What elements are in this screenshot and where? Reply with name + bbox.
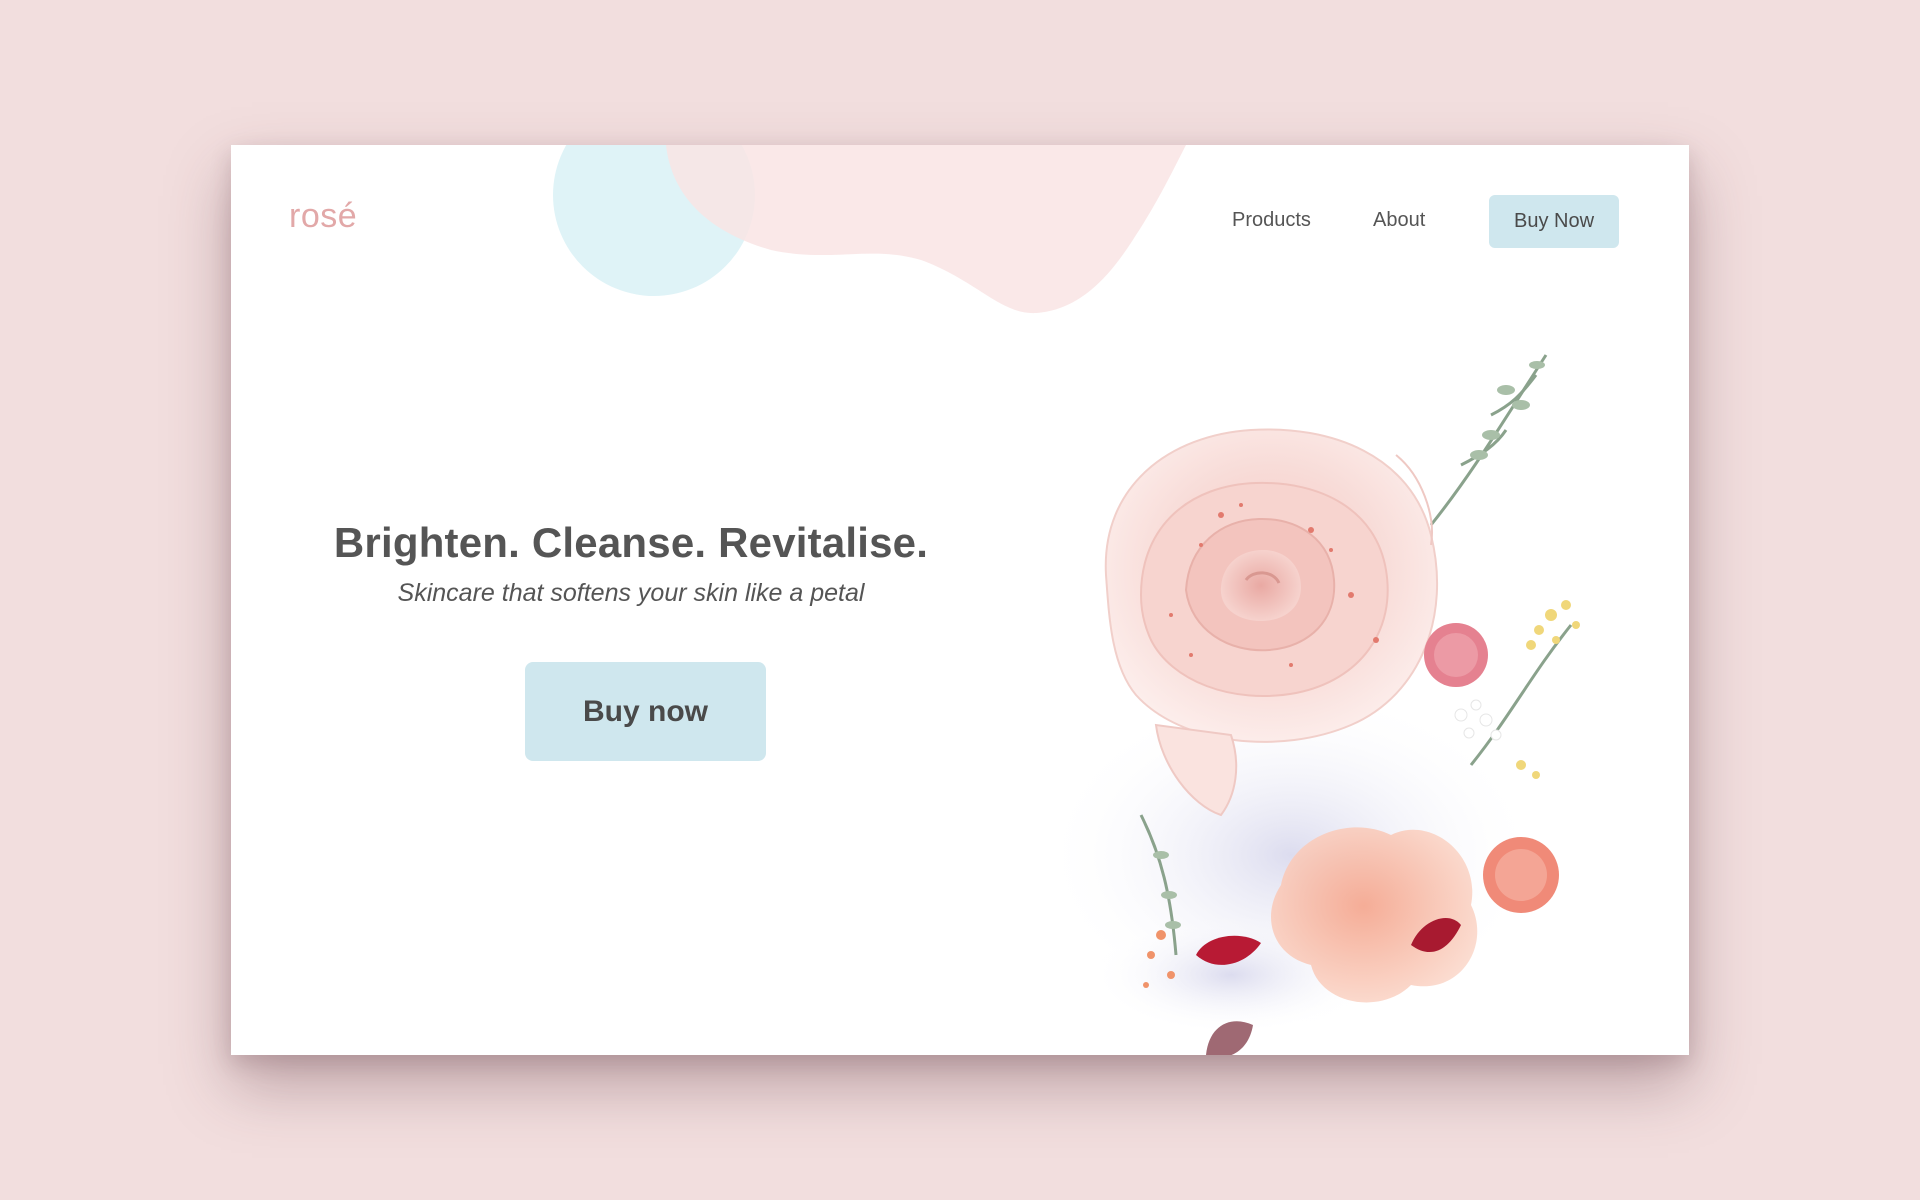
nav-about-link[interactable]: About <box>1373 209 1425 232</box>
nav-buy-now-button[interactable]: Buy Now <box>1489 195 1619 248</box>
hero-title: Brighten. Cleanse. Revitalise. <box>333 519 929 566</box>
rose-bouquet-image <box>1041 354 1580 1055</box>
pink-blob <box>666 145 1186 314</box>
brand-logo[interactable]: rosé <box>289 197 357 236</box>
hero-subtitle: Skincare that softens your skin like a p… <box>397 579 865 607</box>
hero-buy-now-button[interactable]: Buy now <box>525 662 766 761</box>
blue-blob <box>553 145 755 296</box>
landing-page-card: rosé Products About Buy Now Brighten. Cl… <box>231 145 1689 1055</box>
nav-products-link[interactable]: Products <box>1232 209 1311 232</box>
